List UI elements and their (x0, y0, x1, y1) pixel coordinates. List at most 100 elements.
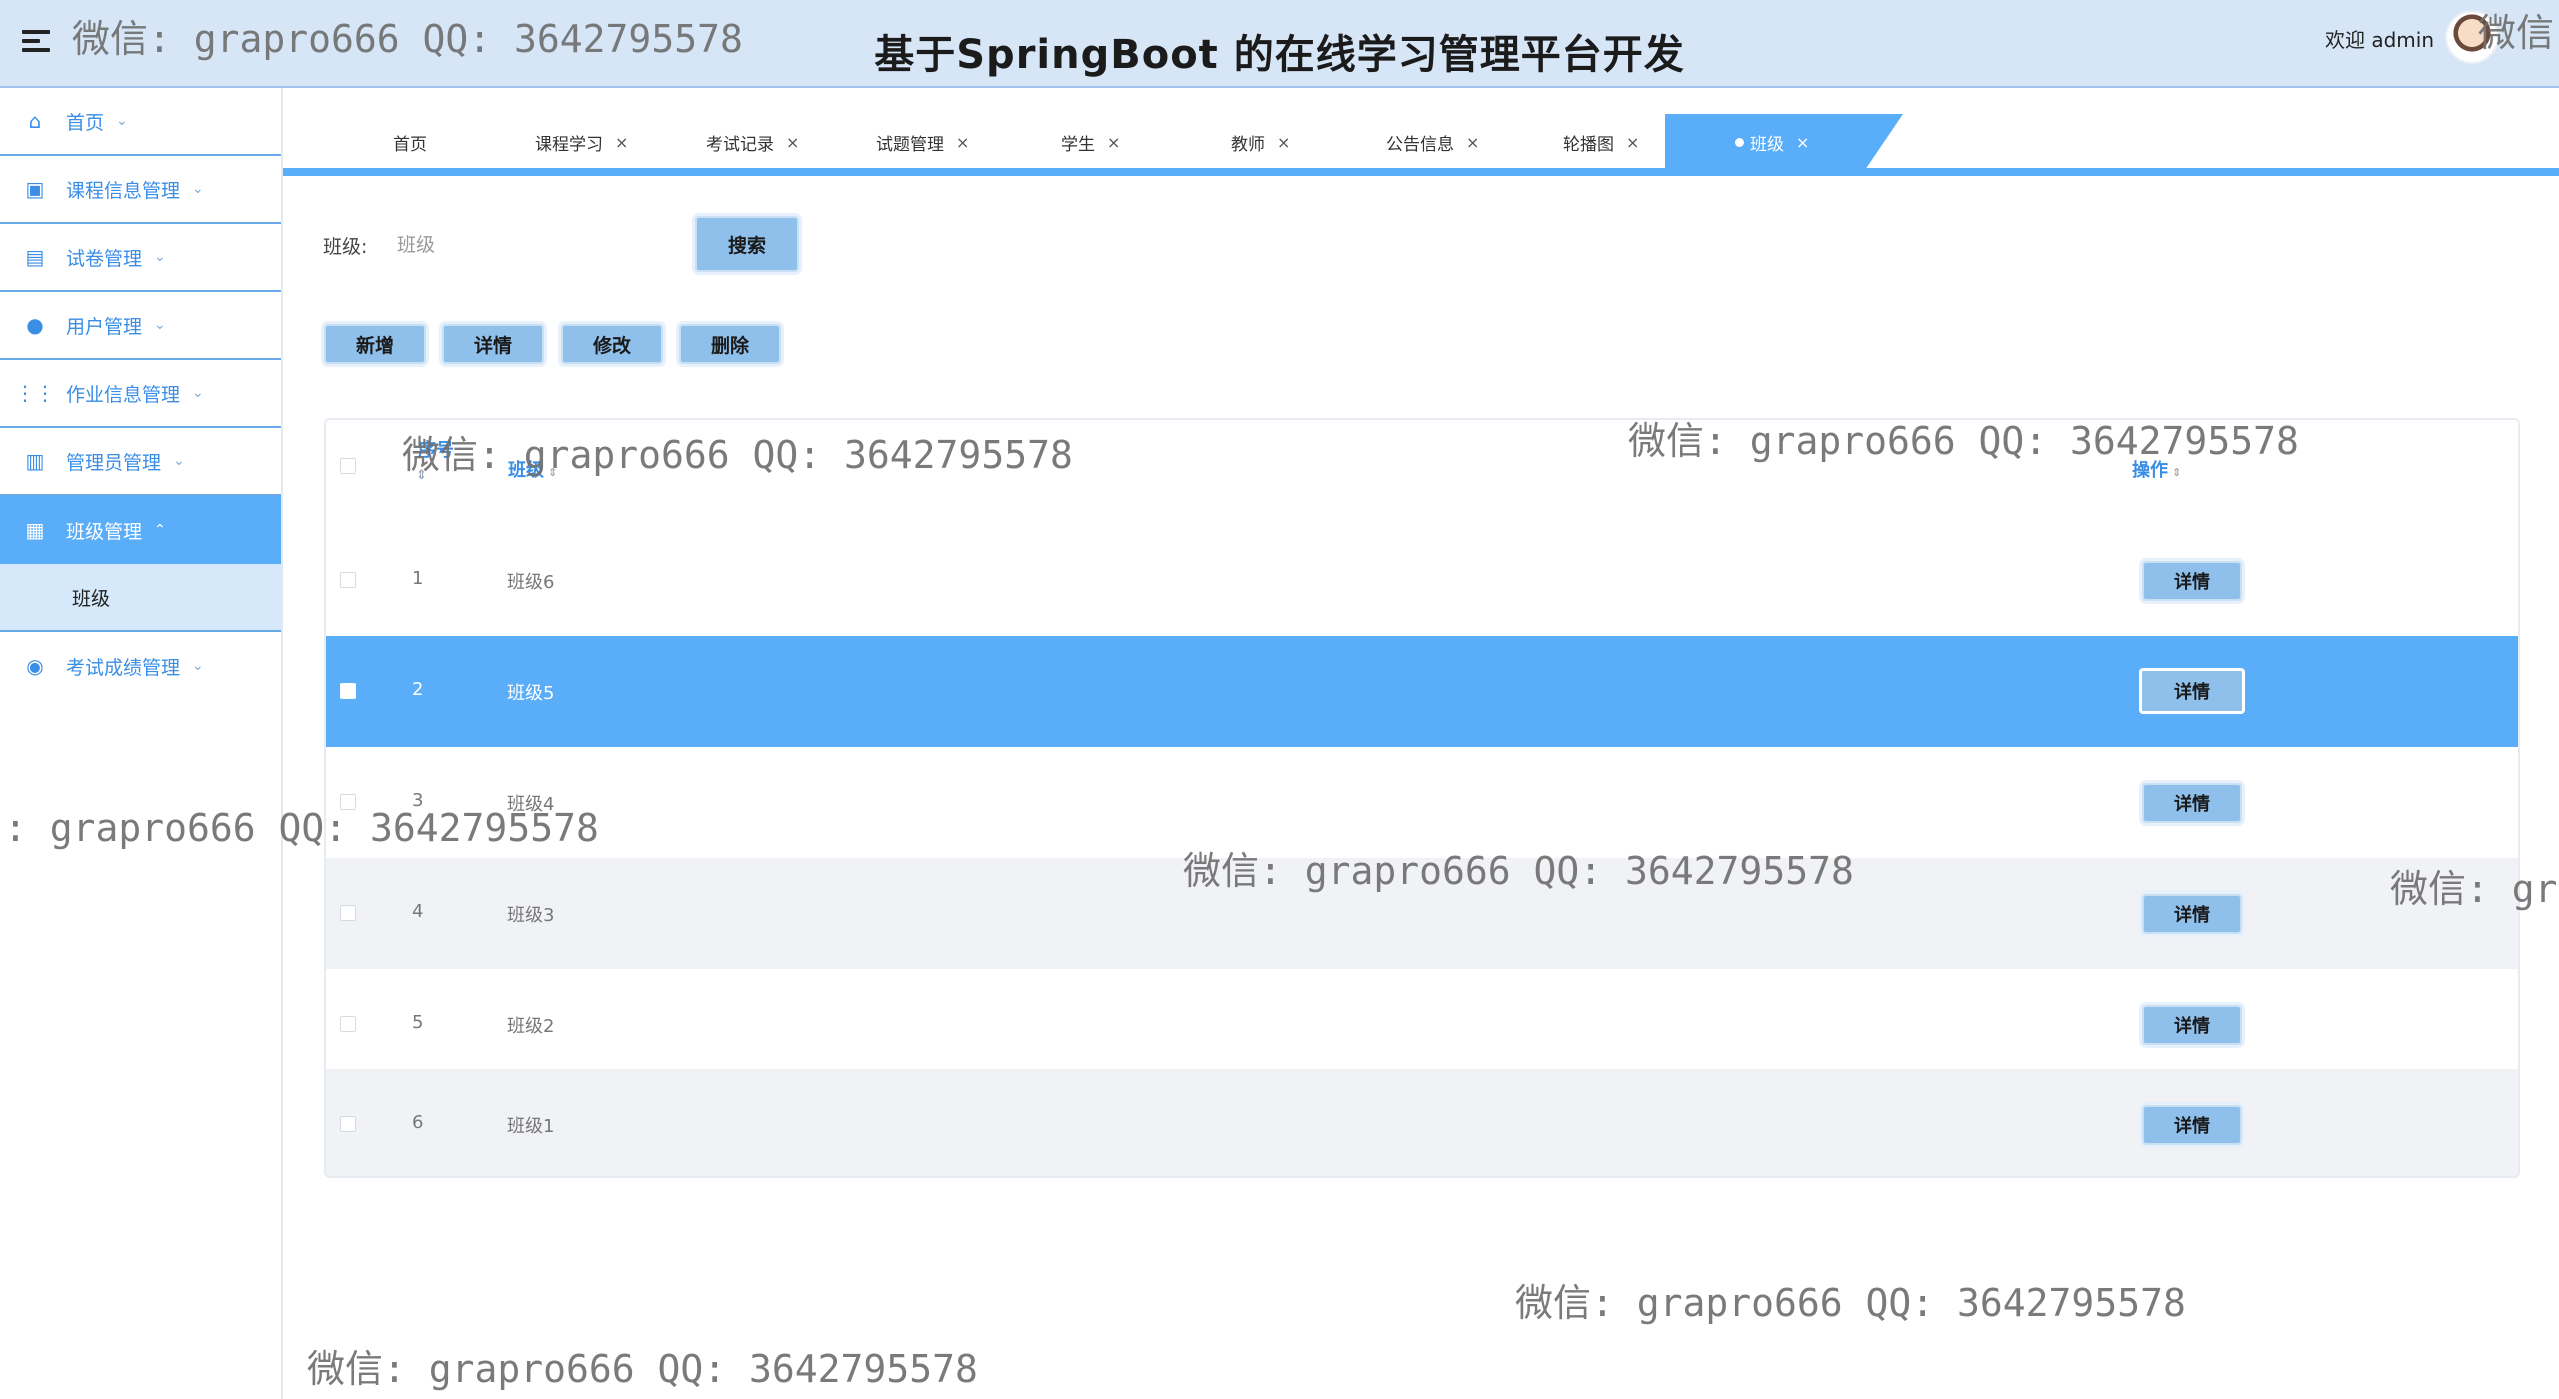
chevron-up-icon: ⌃ (154, 522, 166, 538)
header-class[interactable]: 班级 ⇕ (508, 456, 557, 482)
row-detail-button[interactable]: 详情 (2139, 668, 2245, 714)
sidebar-item-score[interactable]: ◉ 考试成绩管理 ⌄ (0, 632, 281, 700)
tab-carousel[interactable]: 轮播图 × (1563, 114, 1639, 170)
row-checkbox[interactable] (340, 683, 356, 699)
row-checkbox[interactable] (340, 905, 356, 921)
tab-label: 首页 (393, 134, 427, 155)
row-checkbox[interactable] (340, 794, 356, 810)
sidebar-subitem-class[interactable]: 班级 (0, 564, 281, 632)
tab-label: 学生 (1061, 134, 1095, 155)
row-class: 班级6 (507, 572, 555, 593)
sidebar-item-class[interactable]: ▦ 班级管理 ⌃ (0, 496, 281, 564)
close-icon[interactable]: × (1107, 133, 1120, 152)
tab-exam-record[interactable]: 考试记录 × (706, 114, 799, 170)
tab-home[interactable]: 首页 (393, 114, 427, 170)
tab-student[interactable]: 学生 × (1061, 114, 1120, 170)
sidebar-item-homework[interactable]: ⋮⋮ 作业信息管理 ⌄ (0, 360, 281, 428)
tab-label: 班级 (1750, 134, 1784, 155)
close-icon[interactable]: × (615, 133, 628, 152)
home-icon: ⌂ (28, 109, 42, 133)
close-icon[interactable]: × (956, 133, 969, 152)
row-class: 班级1 (507, 1116, 555, 1137)
tab-label: 试题管理 (876, 134, 944, 155)
close-icon[interactable]: × (1466, 133, 1479, 152)
delete-button[interactable]: 删除 (679, 324, 781, 364)
table-row[interactable]: 1 班级6 详情 (326, 525, 2518, 636)
sidebar-item-course[interactable]: ▣ 课程信息管理 ⌄ (0, 156, 281, 224)
chevron-down-icon: ⌄ (154, 249, 166, 265)
close-icon[interactable]: × (1277, 133, 1290, 152)
row-index: 5 (412, 1012, 424, 1033)
sidebar-item-label: 课程信息管理 (66, 179, 181, 202)
row-class: 班级5 (507, 683, 555, 704)
grid-icon: ⋮⋮ (15, 381, 55, 405)
sidebar: ⌂ 首页 ⌄ ▣ 课程信息管理 ⌄ ▤ 试卷管理 ⌄ ● 用户管理 ⌄ ⋮⋮ 作… (0, 88, 283, 1399)
tab-label: 轮播图 (1563, 134, 1614, 155)
sidebar-item-label: 管理员管理 (66, 451, 162, 474)
chevron-down-icon: ⌄ (192, 385, 204, 401)
course-icon: ▣ (25, 177, 45, 201)
search-label: 班级: (323, 236, 368, 258)
table-row[interactable]: 3 班级4 详情 (326, 747, 2518, 858)
add-button[interactable]: 新增 (324, 324, 426, 364)
row-index: 2 (412, 679, 424, 700)
table-row[interactable]: 5 班级2 详情 (326, 969, 2518, 1080)
row-detail-button[interactable]: 详情 (2142, 1005, 2242, 1045)
tab-underline (283, 168, 2559, 176)
sidebar-item-label: 考试成绩管理 (66, 656, 181, 679)
sort-icon: ⇕ (2172, 466, 2182, 479)
row-checkbox[interactable] (340, 572, 356, 588)
row-index: 6 (412, 1112, 424, 1133)
sidebar-item-exam-paper[interactable]: ▤ 试卷管理 ⌄ (0, 224, 281, 292)
row-detail-button[interactable]: 详情 (2142, 561, 2242, 601)
row-class: 班级2 (507, 1016, 555, 1037)
user-icon: ● (26, 313, 44, 337)
sidebar-item-admin[interactable]: ▥ 管理员管理 ⌄ (0, 428, 281, 496)
table-row[interactable]: 4 班级3 详情 (326, 858, 2518, 969)
tab-class[interactable]: 班级 × (1665, 114, 1903, 170)
chevron-down-icon: ⌄ (154, 317, 166, 333)
chevron-down-icon: ⌄ (192, 658, 204, 674)
sidebar-item-home[interactable]: ⌂ 首页 ⌄ (0, 88, 281, 156)
search-button[interactable]: 搜索 (695, 216, 799, 272)
watermark: 微信: grapro666 QQ: 3642795578 (1515, 1281, 2186, 1325)
top-header: 基于SpringBoot 的在线学习管理平台开发 欢迎 admin (0, 0, 2559, 88)
avatar[interactable] (2445, 10, 2499, 64)
header-index[interactable]: 序号 (418, 436, 454, 462)
chevron-down-icon: ⌄ (192, 181, 204, 197)
table-icon: ▥ (25, 449, 45, 473)
row-detail-button[interactable]: 详情 (2142, 783, 2242, 823)
close-icon[interactable]: × (1626, 133, 1639, 152)
select-all-checkbox[interactable] (340, 458, 356, 474)
tab-label: 教师 (1231, 134, 1265, 155)
tab-notice[interactable]: 公告信息 × (1386, 114, 1479, 170)
table-row[interactable]: 6 班级1 详情 (326, 1069, 2518, 1176)
score-icon: ◉ (26, 654, 44, 678)
edit-button[interactable]: 修改 (561, 324, 663, 364)
class-icon: ▦ (25, 518, 45, 542)
sidebar-item-label: 用户管理 (66, 315, 143, 338)
welcome-text: 欢迎 admin (2324, 28, 2434, 52)
header-ops-label: 操作 (2132, 460, 2168, 481)
chevron-down-icon: ⌄ (173, 453, 185, 469)
header-ops[interactable]: 操作 ⇕ (2132, 456, 2181, 482)
tab-teacher[interactable]: 教师 × (1231, 114, 1290, 170)
sidebar-item-label: 班级管理 (66, 520, 143, 543)
row-detail-button[interactable]: 详情 (2142, 1105, 2242, 1145)
row-index: 3 (412, 790, 424, 811)
close-icon[interactable]: × (786, 133, 799, 152)
tab-label: 公告信息 (1386, 134, 1454, 155)
table-row[interactable]: 2 班级5 详情 (326, 636, 2518, 747)
detail-button[interactable]: 详情 (442, 324, 544, 364)
row-checkbox[interactable] (340, 1116, 356, 1132)
search-input[interactable] (395, 224, 679, 266)
sidebar-item-users[interactable]: ● 用户管理 ⌄ (0, 292, 281, 360)
sidebar-item-label: 作业信息管理 (66, 383, 181, 406)
tab-question-manage[interactable]: 试题管理 × (876, 114, 969, 170)
sort-icon[interactable]: ⇕ (416, 468, 427, 483)
sidebar-item-label: 首页 (66, 111, 105, 134)
tab-course-study[interactable]: 课程学习 × (535, 114, 628, 170)
row-detail-button[interactable]: 详情 (2142, 894, 2242, 934)
close-icon[interactable]: × (1796, 133, 1809, 152)
row-checkbox[interactable] (340, 1016, 356, 1032)
